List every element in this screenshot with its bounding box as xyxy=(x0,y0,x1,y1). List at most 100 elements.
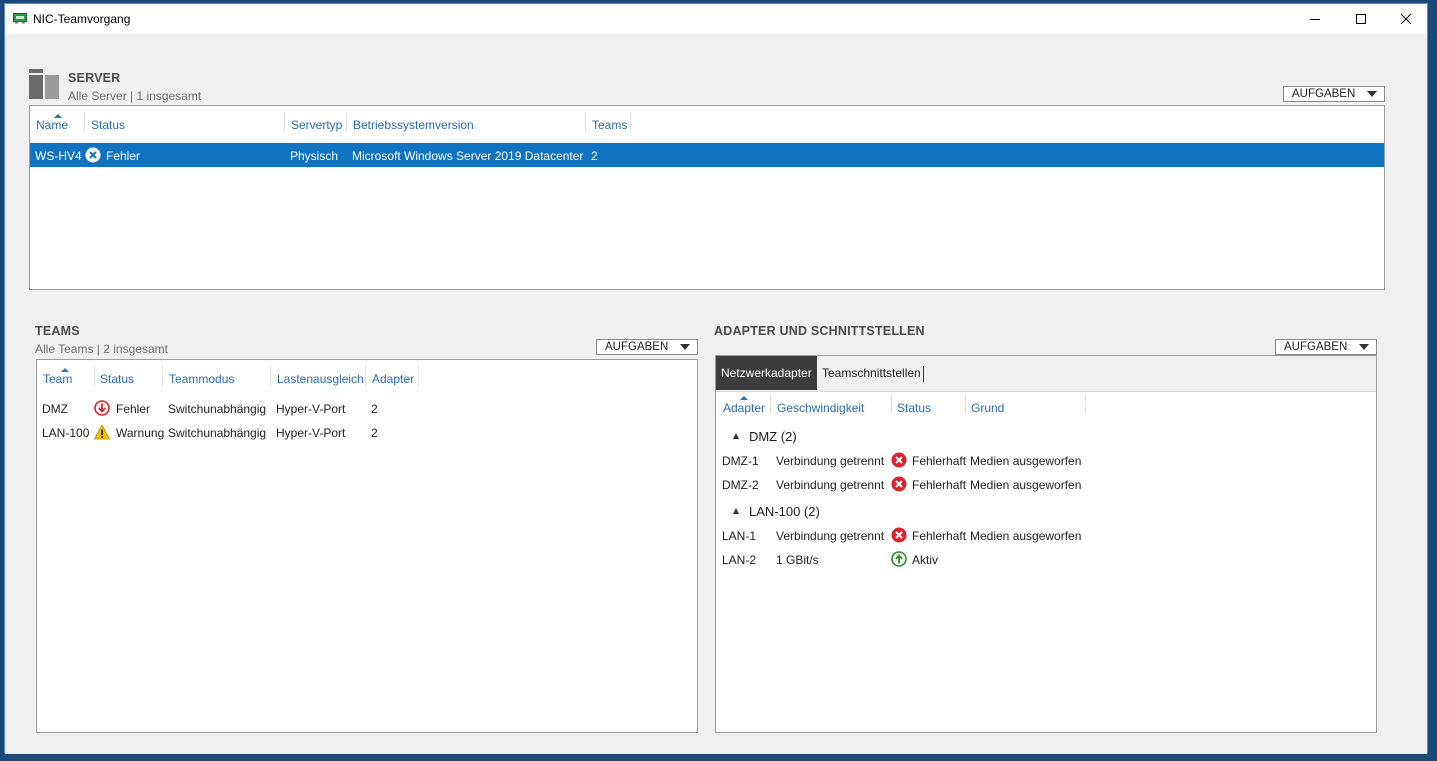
team-adapters-cell: 2 xyxy=(371,426,378,440)
column-header-adapter[interactable]: Adapter xyxy=(723,401,765,415)
column-header-team[interactable]: Team xyxy=(43,372,72,386)
window-title: NIC-Teamvorgang xyxy=(33,12,131,26)
column-header-teammode[interactable]: Teammodus xyxy=(169,372,234,386)
adapters-section-title: ADAPTER UND SCHNITTSTELLEN xyxy=(714,324,925,338)
server-type-cell: Physisch xyxy=(290,149,339,163)
column-header-name[interactable]: Name xyxy=(36,118,68,132)
server-os-cell: Microsoft Windows Server 2019 Datacenter xyxy=(352,149,584,163)
active-up-icon xyxy=(891,551,907,567)
column-header-speed[interactable]: Geschwindigkeit xyxy=(777,401,864,415)
error-icon xyxy=(891,476,907,492)
teams-list[interactable]: Team Status Teammodus Lastenausgleich Ad… xyxy=(36,359,698,733)
maximize-icon xyxy=(1356,14,1366,24)
group-header-lan-100[interactable]: LAN-100 (2) xyxy=(716,501,1376,521)
adapter-name-cell: DMZ-2 xyxy=(722,478,759,492)
column-separator xyxy=(1085,394,1086,414)
column-header-loadbalancing[interactable]: Lastenausgleich xyxy=(277,372,364,386)
column-header-status[interactable]: Status xyxy=(897,401,931,415)
server-status-cell: Fehler xyxy=(106,149,141,163)
adapters-tasks-button[interactable]: AUFGABEN xyxy=(1275,339,1377,355)
error-icon xyxy=(891,452,907,468)
column-separator xyxy=(284,112,285,132)
column-header-servertype[interactable]: Servertyp xyxy=(291,118,342,132)
chevron-down-icon xyxy=(1367,91,1377,97)
column-separator xyxy=(891,394,892,414)
adapter-speed-cell: Verbindung getrennt xyxy=(776,478,885,492)
server-section-subtitle: Alle Server | 1 insgesamt xyxy=(68,89,202,103)
close-button[interactable] xyxy=(1383,4,1429,34)
adapter-reason-cell: Medien ausgeworfen xyxy=(970,529,1082,543)
table-row[interactable]: DMZ Fehler Switchunabhängig Hyper-V-Port… xyxy=(37,396,697,420)
adapter-speed-cell: Verbindung getrennt xyxy=(776,454,885,468)
column-separator xyxy=(346,112,347,132)
chevron-down-icon xyxy=(1359,344,1369,350)
warning-icon xyxy=(94,424,110,440)
chevron-down-icon xyxy=(680,344,690,350)
team-name-cell: DMZ xyxy=(42,402,68,416)
table-row[interactable]: DMZ-1 Verbindung getrennt Fehlerhaft Med… xyxy=(716,448,1376,472)
close-icon xyxy=(1401,14,1411,24)
sort-ascending-icon xyxy=(740,396,748,400)
adapter-name-cell: LAN-1 xyxy=(722,529,757,543)
column-header-teams[interactable]: Teams xyxy=(592,118,627,132)
server-tasks-button[interactable]: AUFGABEN xyxy=(1283,86,1385,102)
nic-teaming-window: NIC-Teamvorgang SERVER Alle Server | 1 i… xyxy=(4,3,1429,754)
group-label: DMZ (2) xyxy=(749,429,797,444)
teams-tasks-button[interactable]: AUFGABEN xyxy=(596,339,698,355)
table-row[interactable]: DMZ-2 Verbindung getrennt Fehlerhaft Med… xyxy=(716,472,1376,496)
table-row[interactable]: WS-HV4 Fehler Physisch Microsoft Windows… xyxy=(30,143,1384,167)
adapters-tasks-label: AUFGABEN xyxy=(1284,341,1348,353)
column-separator xyxy=(585,112,586,132)
team-status-cell: Warnung xyxy=(116,426,165,440)
team-lb-cell: Hyper-V-Port xyxy=(276,426,346,440)
column-header-reason[interactable]: Grund xyxy=(971,401,1004,415)
adapter-name-cell: DMZ-1 xyxy=(722,454,759,468)
column-separator xyxy=(418,366,419,386)
adapter-speed-cell: Verbindung getrennt xyxy=(776,529,885,543)
column-separator xyxy=(94,366,95,386)
table-row[interactable]: LAN-2 1 GBit/s Aktiv xyxy=(716,547,1376,571)
column-separator xyxy=(162,366,163,386)
adapter-status-cell: Fehlerhaft xyxy=(912,454,967,468)
minimize-button[interactable] xyxy=(1292,4,1338,34)
group-label: LAN-100 (2) xyxy=(749,504,820,519)
column-header-status[interactable]: Status xyxy=(91,118,125,132)
column-separator xyxy=(630,112,631,132)
adapter-name-cell: LAN-2 xyxy=(722,553,757,567)
collapse-triangle-icon xyxy=(733,508,739,514)
maximize-button[interactable] xyxy=(1338,4,1384,34)
tab-teamschnittstellen[interactable]: Teamschnittstellen xyxy=(822,356,921,390)
column-header-adapter[interactable]: Adapter xyxy=(372,372,414,386)
adapters-panel: Netzwerkadapter Teamschnittstellen Adapt… xyxy=(715,355,1377,733)
server-list[interactable]: Name Status Servertyp Betriebssystemvers… xyxy=(29,105,1385,290)
table-row[interactable]: LAN-1 Verbindung getrennt Fehlerhaft Med… xyxy=(716,523,1376,547)
team-adapters-cell: 2 xyxy=(371,402,378,416)
minimize-icon xyxy=(1310,19,1320,20)
adapter-speed-cell: 1 GBit/s xyxy=(776,553,819,567)
team-mode-cell: Switchunabhängig xyxy=(168,426,267,440)
tab-netzwerkadapter[interactable]: Netzwerkadapter xyxy=(716,356,817,390)
error-icon xyxy=(891,527,907,543)
column-separator xyxy=(365,366,366,386)
content-area: SERVER Alle Server | 1 insgesamt AUFGABE… xyxy=(5,34,1427,754)
adapter-status-cell: Fehlerhaft xyxy=(912,529,967,543)
column-separator xyxy=(965,394,966,414)
network-card-icon xyxy=(13,13,27,24)
column-header-os-version[interactable]: Betriebssystemversion xyxy=(353,118,474,132)
teams-section-title: TEAMS xyxy=(35,324,80,338)
adapter-reason-cell: Medien ausgeworfen xyxy=(970,478,1082,492)
server-tasks-label: AUFGABEN xyxy=(1292,88,1356,100)
error-icon xyxy=(85,147,101,163)
column-separator xyxy=(270,366,271,386)
server-icon xyxy=(29,69,59,99)
server-teams-cell: 2 xyxy=(591,149,598,163)
collapse-triangle-icon xyxy=(733,433,739,439)
adapter-status-cell: Fehlerhaft xyxy=(912,478,967,492)
table-row[interactable]: LAN-100 Warnung Switchunabhängig Hyper-V… xyxy=(37,420,697,444)
column-header-status[interactable]: Status xyxy=(100,372,134,386)
group-header-dmz[interactable]: DMZ (2) xyxy=(716,426,1376,446)
column-separator xyxy=(84,112,85,132)
teams-section-subtitle: Alle Teams | 2 insgesamt xyxy=(35,342,168,356)
adapter-status-cell: Aktiv xyxy=(912,553,939,567)
team-name-cell: LAN-100 xyxy=(42,426,90,440)
